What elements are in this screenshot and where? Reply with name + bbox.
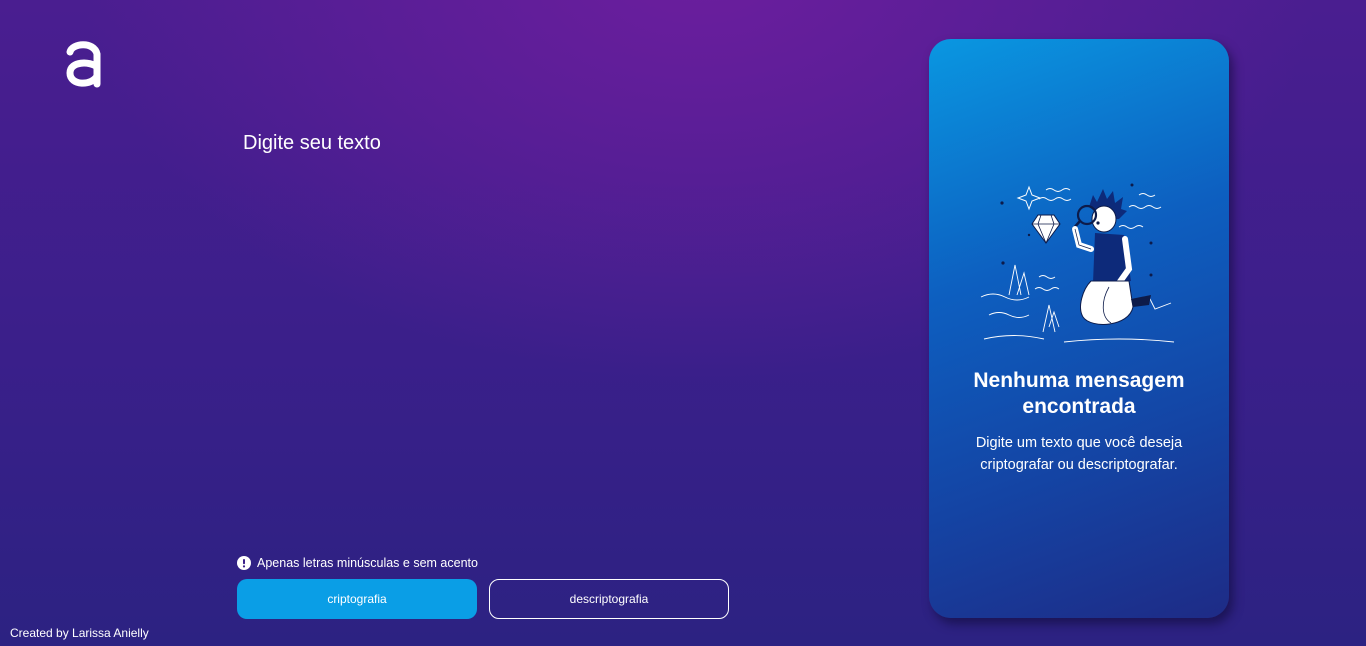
message-input[interactable] bbox=[243, 130, 863, 530]
no-message-description: Digite um texto que você deseja criptogr… bbox=[975, 435, 1183, 473]
hint-text: Apenas letras minúsculas e sem acento bbox=[257, 556, 478, 570]
footer-credit: Created by Larissa Anielly bbox=[10, 626, 149, 640]
input-hint: Apenas letras minúsculas e sem acento bbox=[237, 555, 478, 571]
alura-a-logo-icon bbox=[66, 41, 101, 88]
decrypt-button[interactable]: descriptografia bbox=[489, 579, 729, 619]
encrypt-button[interactable]: criptografia bbox=[237, 579, 477, 619]
person-with-magnifying-glass-illustration bbox=[980, 183, 1175, 343]
output-card: Nenhuma mensagem encontrada Digite um te… bbox=[929, 39, 1229, 618]
exclamation-circle-icon bbox=[237, 556, 251, 570]
no-message-title: Nenhuma mensagem encontrada bbox=[973, 369, 1185, 418]
